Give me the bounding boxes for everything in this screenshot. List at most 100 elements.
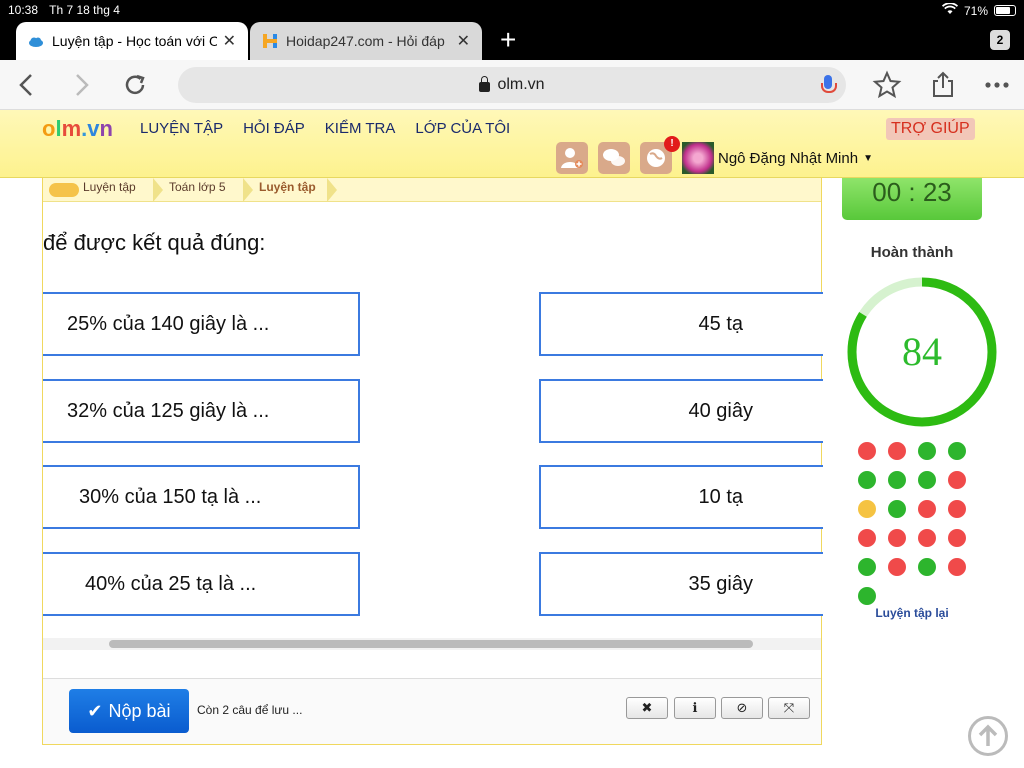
breadcrumb-item: Luyện tập bbox=[259, 180, 316, 194]
user-menu[interactable]: Ngô Đặng Nhật Minh ▼ bbox=[682, 142, 873, 174]
reload-icon bbox=[125, 74, 145, 95]
notifications-globe-icon[interactable]: ! bbox=[640, 136, 680, 174]
result-dot[interactable] bbox=[948, 500, 966, 518]
timer: 00 : 23 bbox=[842, 178, 982, 220]
breadcrumb-separator bbox=[327, 178, 337, 202]
lock-icon bbox=[479, 76, 491, 92]
result-dot[interactable] bbox=[948, 529, 966, 547]
tab-title: Hoidap247.com - Hỏi đáp bbox=[286, 33, 445, 49]
retry-link[interactable]: Luyện tập lại bbox=[852, 606, 972, 620]
cloud-favicon-icon bbox=[28, 33, 44, 49]
nav-hoi-dap[interactable]: HỎI ĐÁP bbox=[243, 120, 305, 137]
microphone-icon[interactable] bbox=[821, 75, 837, 93]
submit-label: Nộp bài bbox=[108, 700, 171, 721]
close-tab-icon[interactable]: ✕ bbox=[457, 31, 470, 51]
exercise-footer: ✔ Nộp bài Còn 2 câu để lưu ... ✖ ℹ ⊘ ⤧ bbox=[43, 678, 821, 744]
result-dot[interactable] bbox=[948, 471, 966, 489]
score-value: 84 bbox=[902, 329, 942, 374]
more-dots-icon bbox=[985, 82, 1009, 88]
info-icon[interactable]: ℹ bbox=[674, 697, 716, 719]
status-time: 10:38 bbox=[8, 3, 39, 17]
progress-title: Hoàn thành bbox=[870, 244, 954, 261]
left-match-item[interactable]: 40% của 25 tạ là ... bbox=[43, 552, 360, 616]
left-match-item[interactable]: 32% của 125 giây là ... bbox=[43, 379, 360, 443]
result-dot[interactable] bbox=[888, 442, 906, 460]
result-dot[interactable] bbox=[858, 587, 876, 605]
breadcrumb-separator bbox=[243, 178, 253, 202]
battery-percent: 71% bbox=[963, 3, 988, 18]
close-icon[interactable]: ✖ bbox=[626, 697, 668, 719]
browser-toolbar: olm.vn bbox=[0, 60, 1024, 110]
back-button[interactable] bbox=[12, 70, 42, 100]
result-dot[interactable] bbox=[858, 471, 876, 489]
cloud-icon bbox=[49, 183, 79, 197]
result-dot[interactable] bbox=[858, 529, 876, 547]
user-name: Ngô Đặng Nhật Minh bbox=[718, 149, 859, 167]
result-dot[interactable] bbox=[888, 558, 906, 576]
messages-icon[interactable] bbox=[598, 142, 630, 174]
nav-lop-cua-toi[interactable]: LỚP CỦA TÔI bbox=[415, 120, 510, 137]
avatar bbox=[682, 142, 714, 174]
tab-hoidap247[interactable]: Hoidap247.com - Hỏi đáp ✕ bbox=[250, 22, 482, 60]
tab-bar: Luyện tập - Học toán với O ✕ Hoidap247.c… bbox=[0, 20, 1024, 60]
nav-luyen-tap[interactable]: LUYỆN TẬP bbox=[140, 120, 223, 137]
breadcrumb-item[interactable]: Toán lớp 5 bbox=[169, 180, 226, 194]
status-date: Th 7 18 thg 4 bbox=[49, 3, 120, 17]
bookmark-button[interactable] bbox=[872, 70, 902, 100]
left-match-item[interactable]: 25% của 140 giây là ... bbox=[43, 292, 360, 356]
close-tab-icon[interactable]: ✕ bbox=[223, 31, 236, 51]
hoidap-favicon-icon bbox=[262, 33, 278, 49]
result-dot[interactable] bbox=[918, 558, 936, 576]
block-icon[interactable]: ⊘ bbox=[721, 697, 763, 719]
site-header: olm.vn LUYỆN TẬP HỎI ĐÁP KIỂM TRA LỚP CỦ… bbox=[0, 110, 1024, 178]
more-button[interactable] bbox=[982, 70, 1012, 100]
new-tab-button[interactable]: + bbox=[500, 26, 516, 54]
caret-down-icon: ▼ bbox=[863, 152, 873, 164]
nav-kiem-tra[interactable]: KIỂM TRA bbox=[325, 120, 396, 137]
arrow-up-icon bbox=[978, 724, 998, 746]
result-dot[interactable] bbox=[918, 529, 936, 547]
add-friend-icon[interactable] bbox=[556, 142, 588, 174]
result-dot[interactable] bbox=[858, 500, 876, 518]
breadcrumb: Luyện tập Toán lớp 5 Luyện tập bbox=[43, 178, 821, 202]
olm-logo[interactable]: olm.vn bbox=[42, 116, 113, 142]
result-dot[interactable] bbox=[888, 529, 906, 547]
share-icon bbox=[933, 71, 953, 97]
result-dot[interactable] bbox=[918, 442, 936, 460]
result-dot[interactable] bbox=[918, 500, 936, 518]
chevron-left-icon bbox=[19, 74, 32, 96]
right-match-item[interactable]: 35 giây bbox=[539, 552, 823, 616]
result-dot[interactable] bbox=[948, 442, 966, 460]
scroll-to-top-button[interactable] bbox=[968, 716, 1008, 756]
reload-button[interactable] bbox=[120, 70, 150, 100]
status-bar: 10:38 Th 7 18 thg 4 71% bbox=[0, 0, 1024, 20]
result-dot[interactable] bbox=[888, 500, 906, 518]
chevron-right-icon bbox=[76, 74, 89, 96]
result-dot[interactable] bbox=[948, 558, 966, 576]
tab-count-button[interactable]: 2 bbox=[990, 30, 1010, 50]
address-bar[interactable]: olm.vn bbox=[178, 67, 846, 103]
share-button[interactable] bbox=[928, 70, 958, 100]
battery-icon bbox=[994, 5, 1016, 16]
result-dot[interactable] bbox=[918, 471, 936, 489]
tab-luyen-tap[interactable]: Luyện tập - Học toán với O ✕ bbox=[16, 22, 248, 60]
forward-button[interactable] bbox=[66, 70, 96, 100]
result-dot[interactable] bbox=[858, 442, 876, 460]
wifi-icon bbox=[941, 2, 958, 18]
remaining-questions-text: Còn 2 câu để lưu ... bbox=[197, 703, 303, 717]
right-match-item[interactable]: 10 tạ bbox=[539, 465, 823, 529]
help-button[interactable]: TRỢ GIÚP bbox=[886, 118, 975, 140]
fullscreen-icon[interactable]: ⤧ bbox=[768, 697, 810, 719]
star-icon bbox=[872, 70, 902, 99]
result-dot[interactable] bbox=[858, 558, 876, 576]
right-match-item[interactable]: 45 tạ bbox=[539, 292, 823, 356]
submit-button[interactable]: ✔ Nộp bài bbox=[69, 689, 189, 733]
breadcrumb-item[interactable]: Luyện tập bbox=[83, 180, 136, 194]
tab-title: Luyện tập - Học toán với O bbox=[52, 33, 217, 49]
notification-badge: ! bbox=[664, 136, 680, 152]
result-dot[interactable] bbox=[888, 471, 906, 489]
left-match-item[interactable]: 30% của 150 tạ là ... bbox=[43, 465, 360, 529]
main-nav: LUYỆN TẬP HỎI ĐÁP KIỂM TRA LỚP CỦA TÔI bbox=[140, 120, 510, 137]
right-match-item[interactable]: 40 giây bbox=[539, 379, 823, 443]
horizontal-scrollbar[interactable] bbox=[109, 640, 753, 648]
